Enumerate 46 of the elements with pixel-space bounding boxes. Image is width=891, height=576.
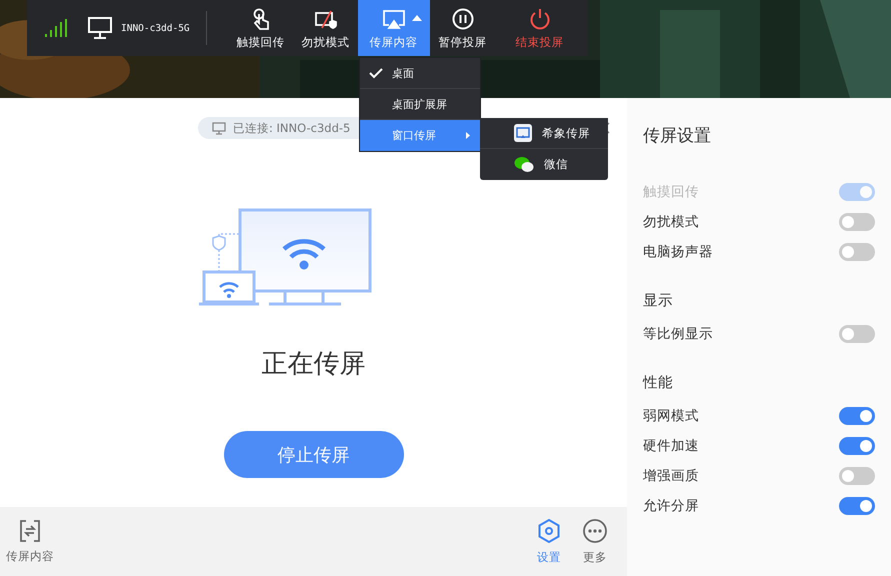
toolbar-button[interactable]: 结束投屏 (496, 0, 584, 56)
monitor-icon (212, 122, 226, 134)
casting-status: 正在传屏 (262, 348, 366, 381)
setting-label: 硬件加速 (643, 437, 699, 455)
menu-item[interactable]: 微信 (480, 149, 608, 180)
power-icon (528, 8, 551, 30)
swap-document-icon (20, 520, 40, 542)
check-icon (369, 68, 383, 78)
section-heading: 性能 (643, 374, 674, 393)
bottom-tab[interactable]: 更多 (583, 518, 607, 564)
caret-up-icon (412, 15, 422, 21)
toggle-switch[interactable] (839, 467, 875, 485)
toggle-switch[interactable] (839, 243, 875, 261)
setting-label: 弱网模式 (643, 407, 699, 425)
panel-title: 传屏设置 (643, 125, 712, 147)
pause-icon (452, 8, 474, 30)
section-heading: 显示 (643, 292, 674, 311)
chat-bubbles-icon (514, 156, 534, 173)
toolbar-button[interactable]: 触摸回传 (228, 0, 294, 56)
cast-app-icon (514, 124, 532, 142)
screen-slash-icon (314, 10, 337, 30)
toggle-switch[interactable] (839, 213, 875, 231)
toolbar-button[interactable]: 传屏内容 (358, 0, 430, 56)
setting-label: 增强画质 (643, 467, 699, 485)
toggle-switch[interactable] (839, 437, 875, 455)
device-name: INNO-c3dd-5G (121, 22, 190, 34)
setting-label: 触摸回传 (643, 183, 699, 201)
cast-icon (382, 10, 405, 30)
toolbar-button[interactable]: 勿扰模式 (294, 0, 358, 56)
settings-icon (538, 518, 560, 542)
signal-icon (44, 19, 68, 37)
setting-label: 勿扰模式 (643, 213, 699, 231)
setting-label: 等比例显示 (643, 325, 713, 343)
toggle-switch[interactable] (839, 497, 875, 515)
bottom-tab[interactable]: 传屏内容 (6, 520, 54, 564)
toggle-switch[interactable] (839, 407, 875, 425)
setting-label: 允许分屏 (643, 497, 699, 515)
toggle-switch[interactable] (839, 325, 875, 343)
toggle-switch[interactable] (839, 183, 875, 201)
more-icon (583, 518, 607, 542)
monitor-icon (88, 17, 112, 39)
menu-item[interactable]: 窗口传屏 (360, 120, 480, 151)
menu-item[interactable]: 希象传屏 (480, 118, 608, 149)
toolbar-button[interactable]: 暂停投屏 (430, 0, 496, 56)
hand-icon (250, 8, 271, 30)
setting-label: 电脑扬声器 (643, 243, 713, 261)
